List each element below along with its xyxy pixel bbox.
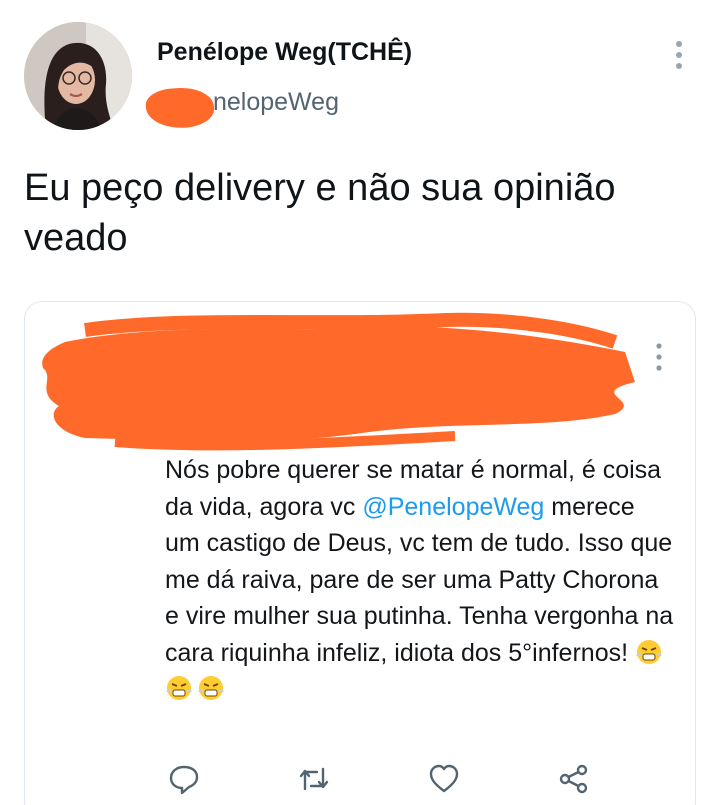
like-icon: [429, 764, 459, 793]
quoted-tweet-text: Nós pobre querer se matar é normal, é co…: [165, 452, 675, 708]
share-icon: [559, 764, 588, 794]
redaction-scribble: [42, 312, 635, 451]
avatar-photo: [24, 22, 132, 130]
reply-button[interactable]: [167, 762, 201, 796]
more-vertical-icon[interactable]: [649, 340, 669, 374]
share-button[interactable]: [557, 762, 591, 796]
angry-emoji-icon: [166, 676, 192, 700]
angry-emoji-icon: [636, 639, 662, 664]
avatar[interactable]: [24, 22, 132, 130]
like-button[interactable]: [427, 762, 461, 796]
retweet-icon: [299, 767, 329, 791]
angry-emoji-icon: [198, 676, 224, 700]
mention-link[interactable]: @PenelopeWeg: [362, 493, 544, 521]
author-name[interactable]: Penélope Weg(TCHÊ): [157, 38, 412, 67]
tweet-text: Eu peço delivery e não sua opinião veado: [24, 167, 616, 259]
reply-icon: [169, 765, 199, 795]
quoted-tweet-card[interactable]: Nós pobre querer se matar é normal, é co…: [24, 301, 696, 805]
more-vertical-icon[interactable]: [668, 38, 690, 72]
retweet-button[interactable]: [297, 762, 331, 796]
tweet-actions: [155, 762, 595, 802]
